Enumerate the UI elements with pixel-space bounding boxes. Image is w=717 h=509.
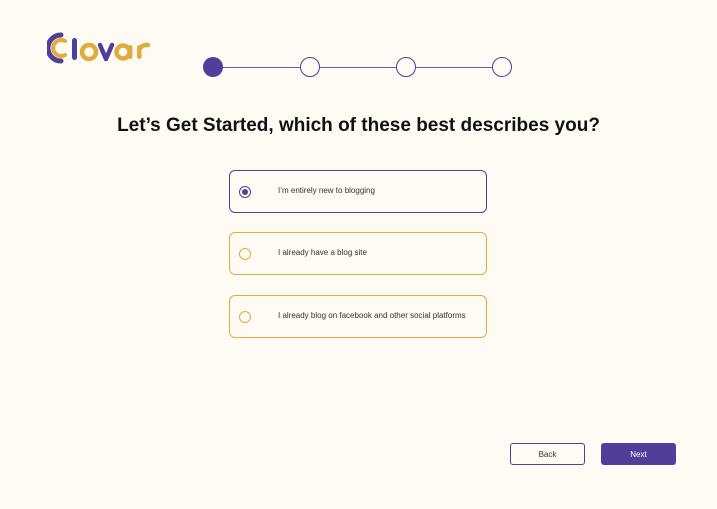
next-button[interactable]: Next [601, 443, 676, 465]
step-3-indicator [396, 57, 416, 77]
back-button[interactable]: Back [510, 443, 585, 465]
option-new-to-blogging[interactable]: I’m entirely new to blogging [229, 170, 487, 213]
page-title: Let’s Get Started, which of these best d… [117, 115, 600, 136]
option-have-blog-site[interactable]: I already have a blog site [229, 232, 487, 275]
step-1-indicator [203, 57, 223, 77]
radio-button[interactable] [239, 311, 251, 323]
step-connector [223, 66, 300, 68]
radio-button[interactable] [239, 186, 251, 198]
clovar-logo-mark [45, 32, 151, 64]
option-label: I already have a blog site [278, 248, 367, 257]
step-4-indicator [492, 57, 512, 77]
option-label: I’m entirely new to blogging [278, 186, 375, 195]
option-blog-on-social[interactable]: I already blog on facebook and other soc… [229, 295, 487, 338]
step-connector [416, 66, 492, 68]
step-2-indicator [300, 57, 320, 77]
clovar-logo [45, 30, 162, 66]
radio-button[interactable] [239, 248, 251, 260]
option-label: I already blog on facebook and other soc… [278, 311, 466, 320]
step-connector [320, 66, 396, 68]
radio-selected-dot [242, 189, 248, 195]
